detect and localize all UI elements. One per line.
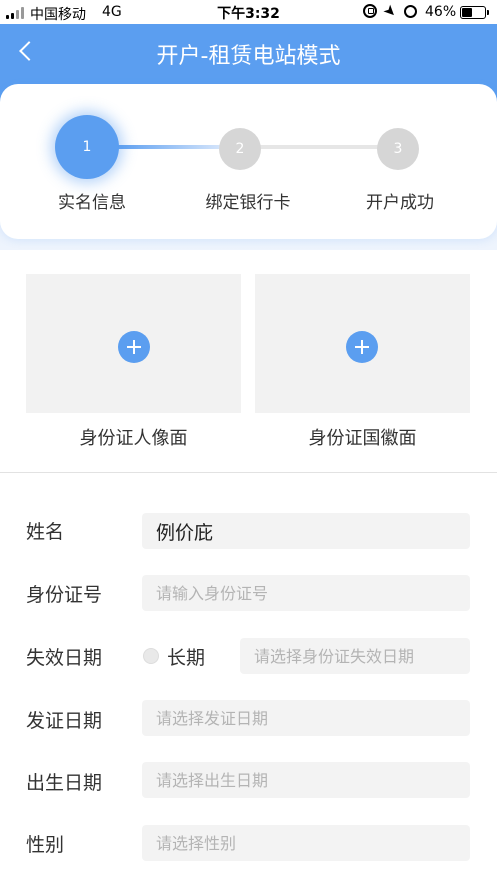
page-title: 开户-租赁电站模式 (156, 44, 341, 69)
id-back-label: 身份证国徽面 (308, 428, 417, 449)
gender-label: 性别 (26, 834, 65, 856)
issue-date-label: 发证日期 (26, 710, 103, 732)
step-3-label: 开户成功 (366, 193, 434, 213)
step-3-indicator: 3 (377, 128, 419, 170)
alarm-icon (404, 5, 417, 18)
step-connector-2 (260, 145, 380, 149)
long-term-checkbox[interactable] (143, 648, 159, 664)
issue-date-input[interactable] (142, 700, 470, 736)
step-1-indicator: 1 (55, 115, 119, 179)
plus-icon[interactable] (118, 331, 150, 363)
birth-date-input[interactable] (142, 762, 470, 798)
battery-level (462, 8, 472, 17)
id-front-upload[interactable] (26, 274, 241, 413)
id-front-label: 身份证人像面 (79, 428, 188, 449)
birth-date-label: 出生日期 (26, 772, 103, 794)
expiry-date-input[interactable] (240, 638, 470, 674)
clock: 下午3:32 (217, 6, 280, 22)
expiry-label: 失效日期 (26, 647, 103, 669)
status-bar: 中国移动 4G 下午3:32 ➤ 46% (0, 0, 497, 24)
step-connector-1 (115, 145, 225, 149)
name-input[interactable] (142, 513, 470, 549)
id-back-upload[interactable] (255, 274, 470, 413)
nav-header: 开户-租赁电站模式 (0, 24, 497, 78)
section-divider (0, 472, 497, 473)
name-label: 姓名 (26, 521, 65, 543)
step-1-label: 实名信息 (58, 193, 126, 213)
id-number-label: 身份证号 (26, 584, 103, 606)
step-2-label: 绑定银行卡 (205, 193, 291, 213)
battery-icon (460, 6, 486, 19)
gender-select[interactable] (142, 825, 470, 861)
id-number-input[interactable] (142, 575, 470, 611)
battery-percent: 46% (425, 4, 457, 20)
long-term-label[interactable]: 长期 (167, 643, 205, 670)
rotation-lock-icon (363, 4, 377, 18)
step-2-indicator: 2 (219, 128, 261, 170)
battery-tip (487, 10, 489, 15)
plus-icon[interactable] (346, 331, 378, 363)
